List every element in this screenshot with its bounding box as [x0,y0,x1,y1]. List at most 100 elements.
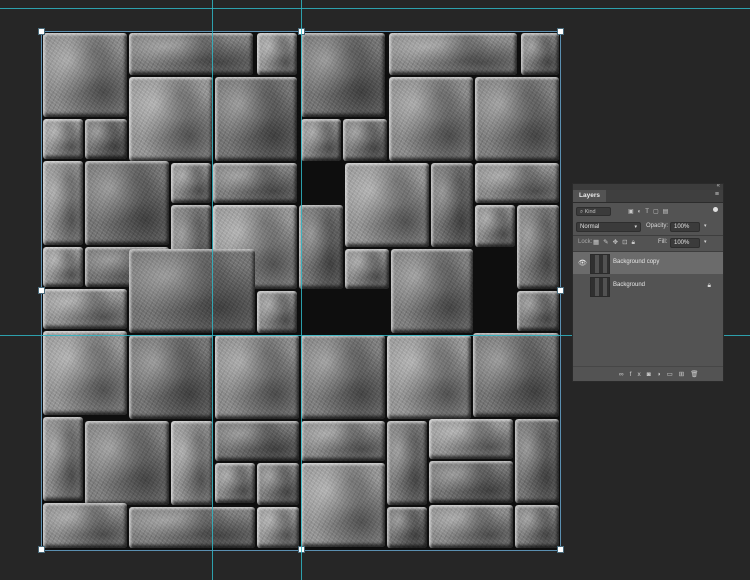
stone-tile [387,507,427,548]
stone-tile [43,247,83,287]
blend-mode-select[interactable]: Normal ▾ [576,222,641,232]
layer-row-background[interactable]: Background 🔒︎ [573,275,723,297]
lock-label: Lock: [578,239,593,245]
lock-position-icon[interactable]: ✥ [613,239,622,246]
panel-footer: ∞fx◙◑▭⊞🗑︎ [573,366,723,381]
filter-kind-select[interactable]: ⌕ Kind [576,207,611,216]
collapse-panel-icon[interactable]: « [717,183,720,189]
fill-input[interactable]: 100% [670,238,700,248]
stone-tile [301,463,385,547]
filter-toggle-icon[interactable] [713,207,718,212]
stone-tile [257,463,299,505]
stone-tile [345,249,389,289]
stone-tile [515,505,559,548]
lock-icons: ▦✎✥⊡🔒︎ [593,238,639,247]
stone-tile [85,119,127,159]
shape-filter-icon[interactable]: ▢ [653,209,663,215]
stone-tile [301,33,385,117]
panel-tab-bar: Layers ≡ [573,190,723,203]
blend-row: Normal ▾ Opacity: 100% ▾ [576,222,720,232]
stone-tile [475,163,559,203]
stone-tile [431,163,473,247]
layer-lock-icon[interactable]: 🔒︎ [708,282,711,290]
opacity-chevron-icon[interactable]: ▾ [704,223,707,229]
divider [573,235,723,236]
stone-tile [475,77,559,161]
stone-tile [43,119,83,159]
stone-tile [129,335,213,419]
stone-tile [515,419,559,503]
handle-bottom-left[interactable] [38,546,45,553]
panel-menu-icon[interactable]: ≡ [715,191,719,198]
stone-tile [475,205,515,247]
horizontal-guide-1[interactable] [0,8,750,9]
handle-top-right[interactable] [557,28,564,35]
lock-all-icon[interactable]: 🔒︎ [632,239,639,246]
link-layers-icon[interactable]: ∞ [619,371,630,378]
stone-tile [389,33,517,75]
chevron-down-icon: ▾ [634,224,637,230]
stone-tile [85,161,169,245]
stone-tile [387,335,471,419]
stone-tile [257,33,297,75]
delete-layer-icon[interactable]: 🗑︎ [690,371,704,378]
type-filter-icon[interactable]: T [645,209,653,215]
filter-kind-label: Kind [584,209,596,215]
stone-tile [129,33,253,75]
layer-thumbnail [590,277,610,297]
stone-tile [171,421,213,505]
fill-label: Fill: [658,239,668,245]
stone-tile [301,421,385,461]
footer-icons: ∞fx◙◑▭⊞🗑︎ [619,370,704,378]
filter-icons: ▣◐T▢▤ [628,208,672,215]
stone-tile [215,463,255,503]
stone-tile [521,33,559,75]
layer-name[interactable]: Background [613,282,645,288]
layer-name[interactable]: Background copy [613,259,659,265]
stone-tile [85,421,169,505]
lock-pixels-icon[interactable]: ✎ [603,239,612,246]
add-mask-icon[interactable]: ◙ [647,371,657,378]
stone-tile [517,205,559,289]
stone-tile [517,291,559,331]
stone-tile [343,119,387,161]
tab-layers[interactable]: Layers [573,190,606,202]
layers-panel: « Layers ≡ ⌕ Kind ▣◐T▢▤ Normal ▾ Opacity… [572,183,724,382]
adjustment-layer-icon[interactable]: ◑ [657,371,667,378]
layer-thumbnail [590,254,610,274]
fill-chevron-icon[interactable]: ▾ [704,239,707,245]
opacity-input[interactable]: 100% [670,222,700,232]
smart-object-filter-icon[interactable]: ▤ [663,209,673,215]
image-filter-icon[interactable]: ▣ [628,209,638,215]
stone-tile [43,417,83,501]
layer-row-background-copy[interactable]: 👁︎ Background copy [573,252,723,274]
handle-top-left[interactable] [38,28,45,35]
handle-bottom-right[interactable] [557,546,564,553]
stone-tile [389,77,473,161]
handle-middle-left[interactable] [38,287,45,294]
vertical-guide-1[interactable] [212,0,213,580]
lock-transparency-icon[interactable]: ▦ [593,239,603,246]
blend-mode-value: Normal [580,224,600,230]
fx-icon[interactable]: fx [630,371,647,378]
handle-middle-right[interactable] [557,287,564,294]
visibility-eye-icon[interactable]: 👁︎ [578,259,587,267]
stone-tile [429,505,513,548]
stone-tile [391,249,473,333]
new-layer-icon[interactable]: ⊞ [679,371,690,378]
stone-tile [215,335,299,419]
lock-artboard-icon[interactable]: ⊡ [622,239,631,246]
vertical-guide-2[interactable] [301,0,302,580]
stone-tile [43,503,127,548]
new-group-icon[interactable]: ▭ [667,371,679,378]
stone-tile [129,77,213,161]
stone-tile [43,161,83,245]
opacity-label: Opacity: [646,223,669,229]
stone-tile [387,421,427,505]
stone-tile [43,331,127,415]
filter-row: ⌕ Kind ▣◐T▢▤ [576,207,720,217]
stone-tile [345,163,429,247]
stone-tile [215,421,299,461]
stone-tile [215,77,297,161]
stone-tile [299,205,343,289]
